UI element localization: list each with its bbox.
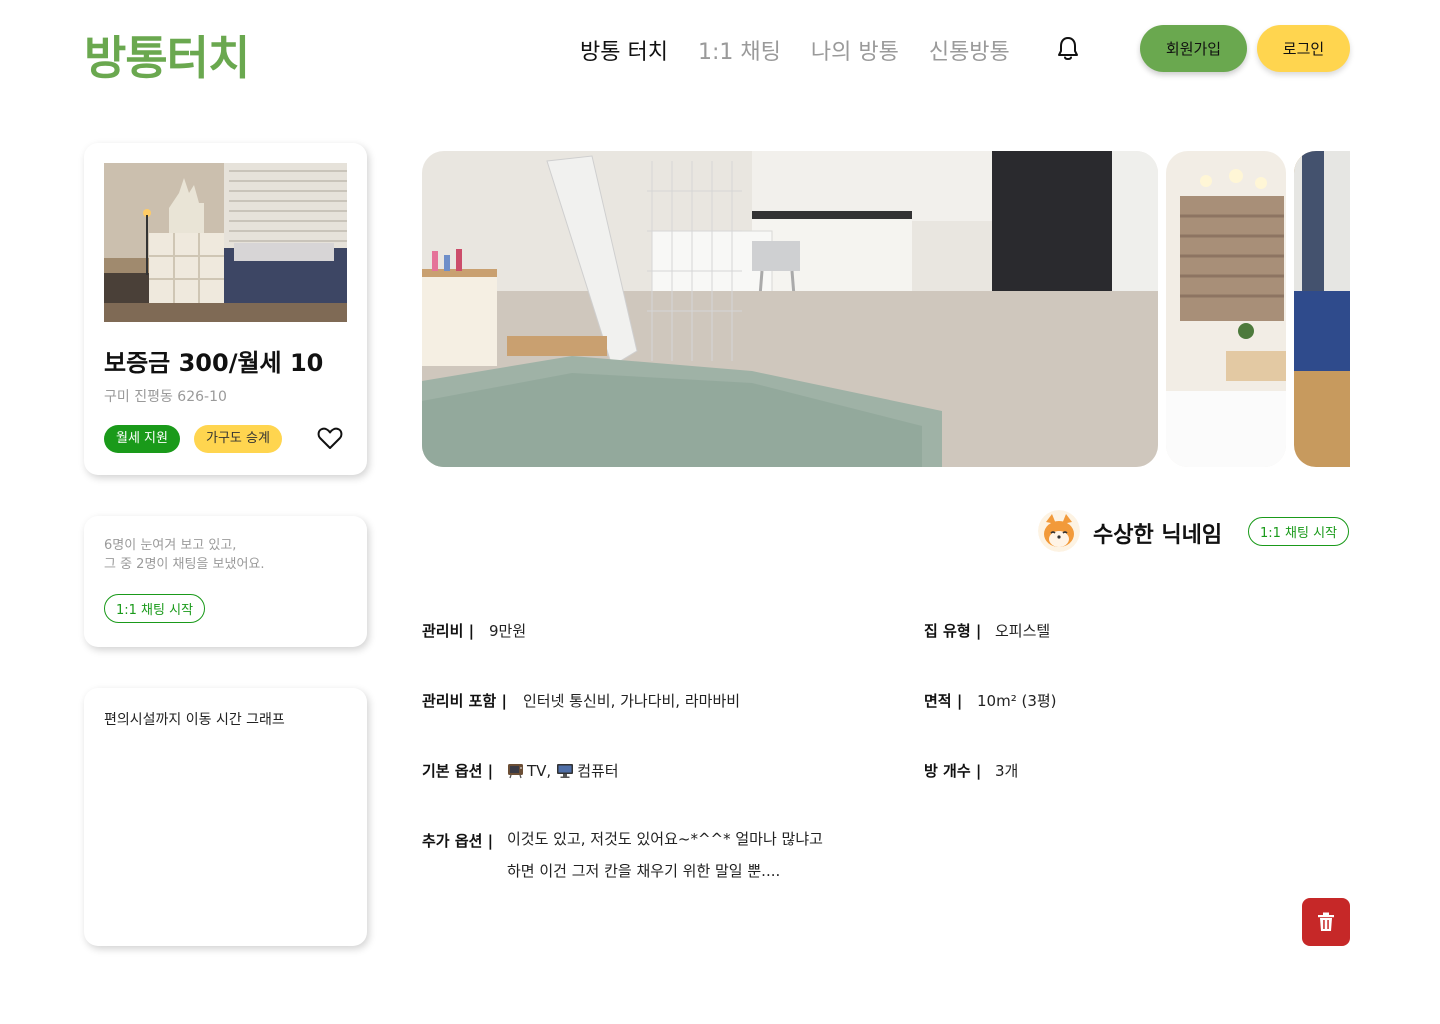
- owner-nickname: 수상한 닉네임: [1093, 523, 1223, 548]
- house-type-value: 오피스텔: [995, 622, 1051, 640]
- login-button[interactable]: 로그인: [1257, 25, 1350, 72]
- nav-item-chat[interactable]: 1:1 채팅: [698, 34, 781, 66]
- start-chat-button[interactable]: 1:1 채팅 시작: [104, 594, 206, 623]
- owner-avatar[interactable]: [1038, 510, 1080, 552]
- basic-option-computer: 컴퓨터: [577, 762, 619, 780]
- tv-icon: [508, 763, 523, 778]
- viewers-line1: 6명이 눈여겨 보고 있고,: [104, 538, 237, 553]
- fee-value: 9만원: [489, 622, 527, 640]
- viewers-line2: 그 중 2명이 채팅을 보냈어요.: [104, 557, 265, 572]
- basic-options-value: TV, 컴퓨터: [507, 760, 619, 781]
- extra-options-label: 추가 옵션 |: [422, 832, 494, 850]
- nav-item-my-bangtong[interactable]: 나의 방통: [811, 34, 899, 66]
- gallery-photo-3[interactable]: [1294, 151, 1350, 467]
- main-photo[interactable]: [422, 151, 1158, 467]
- logo[interactable]: 방통터치: [84, 22, 250, 88]
- basic-option-tv: TV,: [527, 761, 552, 780]
- nav-item-bangtong-touch[interactable]: 방통 터치: [580, 34, 668, 66]
- graph-card: 편의시설까지 이동 시간 그래프: [84, 688, 367, 946]
- listing-thumbnail[interactable]: [104, 163, 347, 322]
- tag-furniture: 가구도 승계: [194, 425, 282, 453]
- viewers-card: 6명이 눈여겨 보고 있고, 그 중 2명이 채팅을 보냈어요. 1:1 채팅 …: [84, 516, 367, 647]
- listing-price: 보증금 300/월세 10: [104, 349, 324, 377]
- tag-rent-support: 월세 지원: [104, 425, 180, 453]
- extra-options-line2: 하면 이건 그저 칸을 채우기 위한 말일 뿐....: [507, 862, 781, 880]
- extra-options-line1: 이것도 있고, 저것도 있어요~*^^* 얼마나 많냐고: [507, 830, 823, 848]
- main-nav: 방통 터치 1:1 채팅 나의 방통 신통방통: [580, 34, 1010, 66]
- gallery-photo-2[interactable]: [1166, 151, 1286, 467]
- computer-icon: [557, 763, 574, 778]
- fee-included-label: 관리비 포함 |: [422, 692, 507, 710]
- nav-item-sintong[interactable]: 신통방통: [929, 34, 1010, 66]
- fee-label: 관리비 |: [422, 622, 475, 640]
- fee-included-value: 인터넷 통신비, 가나다비, 라마바비: [523, 692, 741, 710]
- house-type-label: 집 유형 |: [924, 622, 982, 640]
- heart-icon[interactable]: [317, 426, 343, 450]
- owner-start-chat-button[interactable]: 1:1 채팅 시작: [1248, 517, 1350, 546]
- area-label: 면적 |: [924, 692, 963, 710]
- room-count-value: 3개: [995, 762, 1019, 780]
- extra-options-value: 이것도 있고, 저것도 있어요~*^^* 얼마나 많냐고 하면 이건 그저 칸을…: [507, 823, 823, 887]
- signup-button[interactable]: 회원가입: [1140, 25, 1247, 72]
- listing-card: 보증금 300/월세 10 구미 진평동 626-10 월세 지원 가구도 승계: [84, 143, 367, 475]
- room-count-label: 방 개수 |: [924, 762, 982, 780]
- delete-button[interactable]: [1302, 898, 1350, 946]
- listing-address: 구미 진평동 626-10: [104, 389, 227, 405]
- area-value: 10m² (3평): [977, 692, 1057, 710]
- graph-title: 편의시설까지 이동 시간 그래프: [104, 712, 285, 728]
- bell-icon[interactable]: [1056, 36, 1080, 62]
- basic-options-label: 기본 옵션 |: [422, 762, 494, 780]
- viewers-text: 6명이 눈여겨 보고 있고, 그 중 2명이 채팅을 보냈어요.: [104, 536, 265, 574]
- trash-icon: [1318, 912, 1334, 931]
